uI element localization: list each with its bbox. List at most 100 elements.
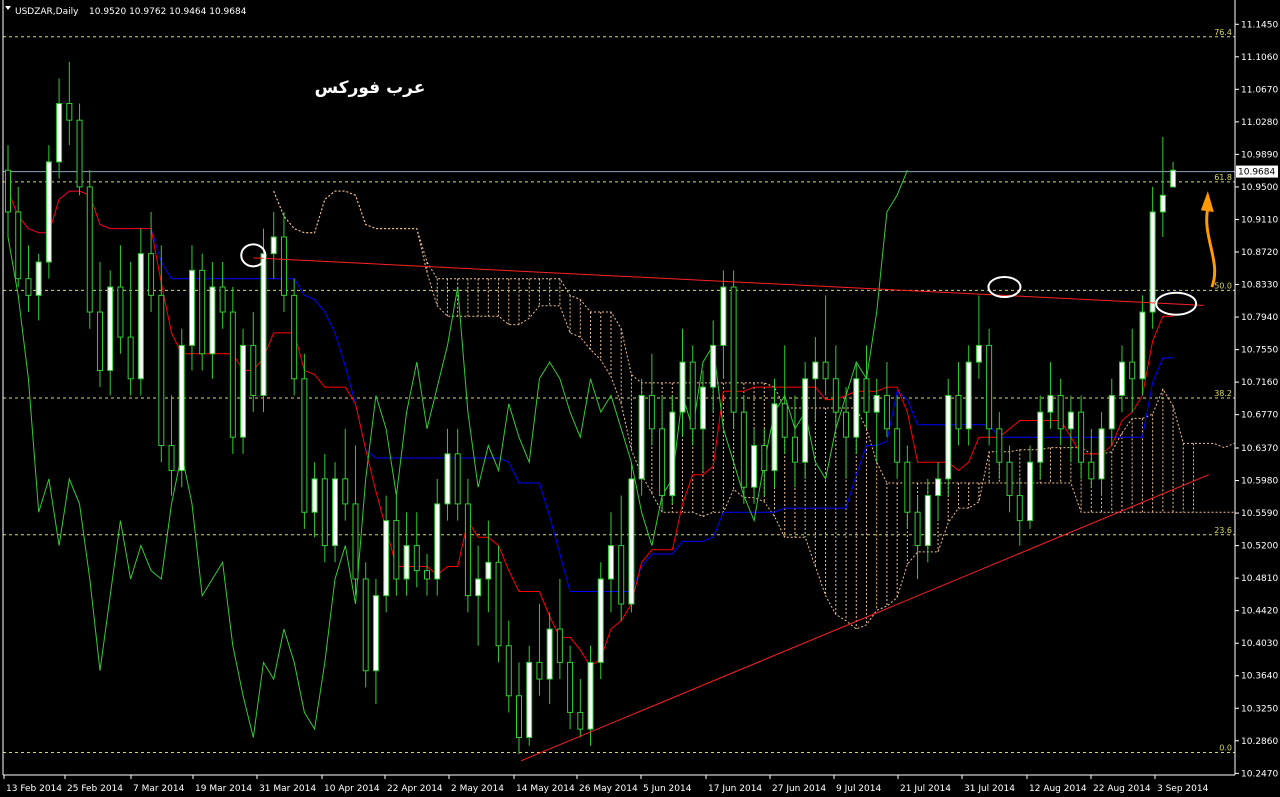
candle-body: [1098, 428, 1105, 480]
candle-body: [505, 645, 512, 697]
y-tick-label: 10.4420: [1241, 607, 1278, 617]
candle-body: [1139, 311, 1146, 380]
candle-body: [117, 286, 124, 338]
candle-body: [178, 344, 185, 472]
candle-body: [710, 344, 717, 388]
candle-body: [1016, 495, 1023, 522]
y-tick-label: 10.9500: [1241, 183, 1278, 193]
candle-body: [567, 661, 574, 713]
candle-body: [873, 394, 880, 413]
y-tick-label: 10.7160: [1241, 378, 1278, 388]
x-tick-label: 3 Sep 2014: [1157, 784, 1209, 794]
candle-body: [1047, 394, 1054, 413]
candle-body: [158, 294, 165, 447]
candle-body: [260, 253, 267, 396]
y-tick-label: 10.5200: [1241, 542, 1278, 552]
x-tick-label: 5 Jun 2014: [643, 784, 692, 794]
candle-body: [699, 386, 706, 430]
x-tick-label: 27 Jun 2014: [772, 784, 826, 794]
candle-body: [107, 286, 114, 371]
candle-body: [444, 453, 451, 505]
candle-body: [413, 545, 420, 572]
candle-body: [454, 453, 461, 505]
candle-body: [96, 311, 103, 371]
y-tick-label: 10.6770: [1241, 411, 1278, 421]
x-tick-label: 21 Jul 2014: [900, 784, 951, 794]
y-tick-label: 11.0670: [1241, 85, 1278, 95]
candle-body: [219, 286, 226, 313]
candle-body: [904, 461, 911, 513]
candle-body: [1037, 411, 1044, 463]
x-tick-label: 22 Aug 2014: [1093, 784, 1151, 794]
fib-label: 38.2: [1214, 389, 1232, 398]
candle-body: [209, 286, 216, 355]
candle-body: [383, 520, 390, 597]
candle-body: [280, 236, 287, 296]
candle-body: [679, 361, 686, 413]
candle-body: [76, 119, 83, 188]
candle-body: [240, 344, 247, 438]
x-tick-label: 14 May 2014: [516, 784, 575, 794]
candle-body: [1170, 169, 1177, 188]
candle-body: [270, 236, 277, 255]
candle-body: [127, 336, 134, 380]
candle-body: [1027, 461, 1033, 522]
candle-body: [1067, 411, 1074, 430]
candle-body: [434, 503, 441, 580]
y-tick-label: 10.7550: [1241, 346, 1278, 356]
candle-body: [638, 394, 645, 480]
candle-body: [1118, 361, 1125, 396]
x-tick-label: 22 Apr 2014: [387, 784, 443, 794]
candle-body: [669, 411, 676, 497]
candle-body: [996, 428, 1003, 463]
candle-body: [291, 294, 298, 380]
candle-body: [485, 561, 492, 580]
candle-body: [863, 378, 870, 413]
candle-body: [168, 445, 175, 472]
current-price-label: 10.9684: [1238, 168, 1275, 178]
candle-body: [403, 545, 410, 580]
candle-body: [526, 661, 533, 738]
candle-body: [648, 394, 655, 430]
y-tick-label: 10.4030: [1241, 639, 1278, 649]
candle-body: [1108, 394, 1115, 430]
candle-body: [229, 311, 236, 438]
candle-body: [301, 378, 308, 513]
candle-body: [475, 578, 482, 597]
x-tick-label: 31 Jul 2014: [964, 784, 1015, 794]
y-tick-label: 11.0280: [1241, 118, 1278, 128]
candle-body: [955, 394, 962, 430]
y-tick-label: 10.8720: [1241, 248, 1278, 258]
candle-body: [362, 578, 369, 672]
candle-body: [424, 570, 431, 580]
x-tick-label: 2 May 2014: [451, 784, 504, 794]
price-chart[interactable]: 76.4 61.8 50.0 38.2 23.6 0.0 11.1450 11.1060 11…: [0, 0, 1280, 797]
candle-body: [188, 269, 195, 346]
candle-body: [352, 503, 359, 580]
y-tick-label: 11.1450: [1241, 20, 1278, 30]
fib-label: 23.6: [1214, 526, 1232, 535]
candle-body: [393, 520, 400, 580]
candle-body: [137, 253, 144, 380]
x-tick-label: 17 Jun 2014: [708, 784, 762, 794]
candle-body: [975, 344, 982, 363]
candle-body: [853, 378, 860, 438]
candle-body: [464, 503, 471, 597]
candle-body: [791, 436, 798, 463]
candle-body: [730, 286, 737, 413]
candle-body: [536, 661, 543, 680]
candle-body: [66, 103, 73, 121]
candle-body: [935, 478, 942, 497]
watermark-text: عرب فوركس: [315, 78, 426, 98]
candle-body: [15, 211, 22, 280]
fib-label: 0.0: [1219, 743, 1232, 752]
y-tick-label: 10.2860: [1241, 737, 1278, 747]
x-tick-label: 10 Apr 2014: [324, 784, 380, 794]
x-tick-label: 12 Aug 2014: [1029, 784, 1087, 794]
y-tick-label: 10.3640: [1241, 672, 1278, 682]
candle-body: [199, 269, 206, 355]
candle-body: [516, 695, 522, 738]
candle-body: [342, 478, 349, 505]
candle-body: [812, 361, 819, 380]
candle-body: [802, 378, 809, 463]
